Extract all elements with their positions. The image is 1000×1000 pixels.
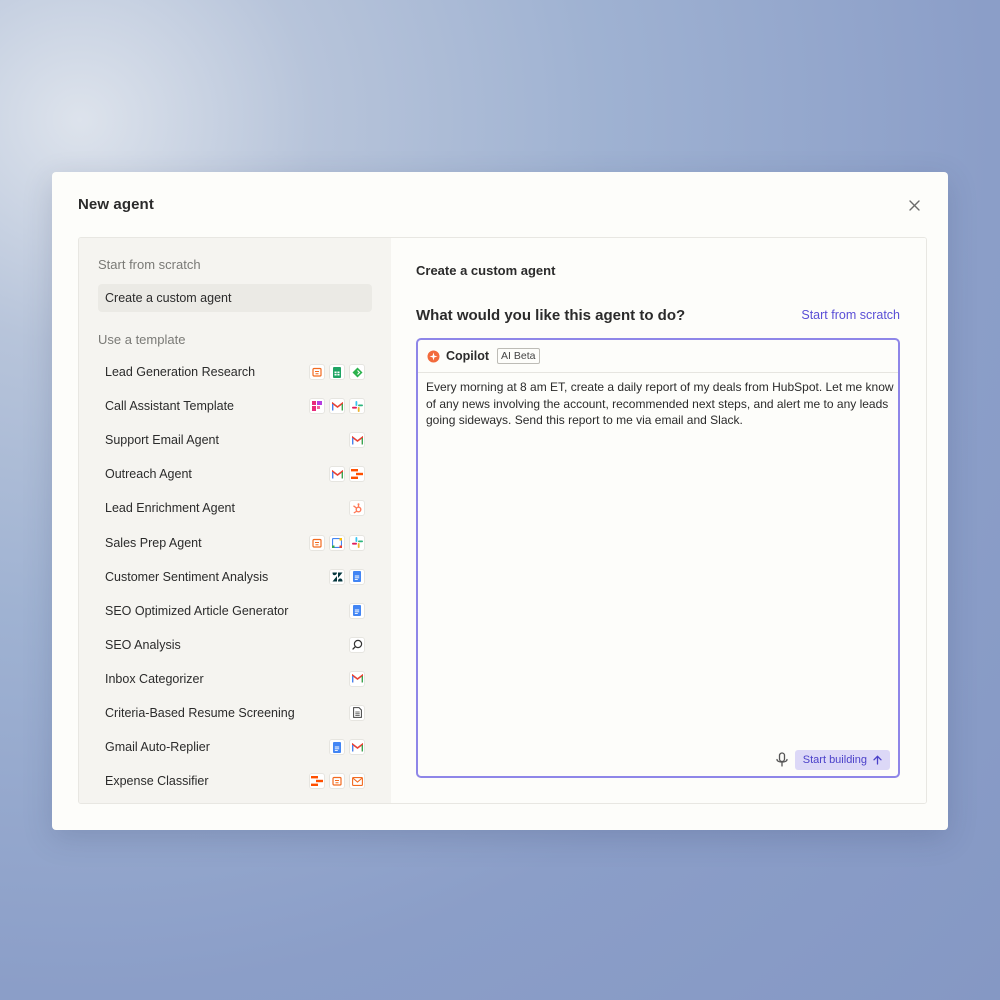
prompt-text[interactable]: Every morning at 8 am ET, create a daily…	[426, 379, 894, 429]
template-item-label: Support Email Agent	[105, 433, 219, 448]
microphone-icon	[776, 752, 788, 767]
template-section-label: Use a template	[98, 332, 186, 347]
template-item-label: Lead Generation Research	[105, 365, 256, 380]
ai-beta-badge: AI Beta	[497, 348, 540, 364]
create-custom-agent-item[interactable]: Create a custom agent	[98, 284, 372, 312]
slack-icon	[349, 398, 365, 415]
template-item[interactable]: Gmail Auto-Replier	[98, 730, 372, 764]
microphone-button[interactable]	[775, 752, 789, 768]
template-app-icons	[349, 602, 365, 619]
composer-header: Copilot AI Beta	[418, 340, 898, 373]
start-from-scratch-link[interactable]: Start from scratch	[801, 308, 900, 322]
docs-icon	[349, 602, 365, 619]
template-item-label: Call Assistant Template	[105, 399, 234, 414]
template-item[interactable]: Customer Sentiment Analysis	[98, 560, 372, 594]
google-calendar-icon	[329, 534, 345, 551]
slack-icon	[349, 534, 365, 551]
template-sidebar: Start from scratch Create a custom agent…	[79, 238, 391, 803]
zapier-tables-icon	[349, 466, 365, 483]
docs-icon	[349, 568, 365, 585]
template-item[interactable]: Call Assistant Template	[98, 389, 372, 423]
close-icon	[908, 199, 920, 211]
template-item[interactable]: Sales Prep Agent	[98, 525, 372, 559]
gmail-icon	[349, 739, 365, 756]
template-item[interactable]: Criteria-Based Resume Screening	[98, 696, 372, 730]
template-app-icons	[309, 398, 365, 415]
template-app-icons	[349, 636, 365, 653]
calendar-icon	[309, 534, 325, 551]
template-item[interactable]: SEO Optimized Article Generator	[98, 594, 372, 628]
template-app-icons	[329, 739, 365, 756]
main-title: Create a custom agent	[416, 263, 556, 278]
agent-panel: Start from scratch Create a custom agent…	[78, 237, 927, 804]
template-item-label: Sales Prep Agent	[105, 535, 202, 550]
template-item-label: Lead Enrichment Agent	[105, 501, 235, 516]
template-item-label: Inbox Categorizer	[105, 671, 204, 686]
zapier-tables-icon	[309, 773, 325, 790]
search-icon	[349, 636, 365, 653]
start-building-label: Start building	[802, 754, 867, 766]
template-item[interactable]: Outreach Agent	[98, 457, 372, 491]
scratch-section-label: Start from scratch	[98, 257, 201, 272]
copilot-label: Copilot	[446, 349, 490, 363]
template-item[interactable]: Expense Classifier	[98, 764, 372, 798]
document-icon	[349, 704, 365, 721]
template-app-icons	[349, 500, 365, 517]
template-item[interactable]: Support Email Agent	[98, 423, 372, 457]
gmail-icon	[329, 466, 345, 483]
gmail-icon	[329, 398, 345, 415]
calendar-icon	[329, 773, 345, 790]
template-item-label: Expense Classifier	[105, 774, 209, 789]
email-icon	[349, 773, 365, 790]
modal-title: New agent	[78, 196, 154, 213]
template-item-label: Customer Sentiment Analysis	[105, 569, 269, 584]
template-app-icons	[349, 432, 365, 449]
template-item-label: Criteria-Based Resume Screening	[105, 705, 295, 720]
fireflies-icon	[309, 398, 325, 415]
template-app-icons	[309, 534, 365, 551]
new-agent-modal: New agent Start from scratch Create a cu…	[52, 172, 948, 830]
template-app-icons	[309, 364, 365, 381]
feedly-icon	[349, 364, 365, 381]
arrow-up-icon	[873, 755, 882, 765]
start-building-button[interactable]: Start building	[794, 750, 890, 770]
zendesk-icon	[329, 568, 345, 585]
template-app-icons	[309, 773, 365, 790]
docs-icon	[329, 739, 345, 756]
main-content: Create a custom agent What would you lik…	[391, 238, 926, 803]
agent-question: What would you like this agent to do?	[416, 307, 686, 324]
template-app-icons	[329, 568, 365, 585]
template-item[interactable]: Inbox Categorizer	[98, 662, 372, 696]
template-app-icons	[349, 704, 365, 721]
sheets-icon	[329, 364, 345, 381]
template-item[interactable]: Lead Enrichment Agent	[98, 491, 372, 525]
template-item-label: SEO Optimized Article Generator	[105, 603, 289, 618]
template-item-label: Gmail Auto-Replier	[105, 740, 210, 755]
template-app-icons	[349, 670, 365, 687]
hubspot-icon	[349, 500, 365, 517]
template-item[interactable]: Lead Generation Research	[98, 355, 372, 389]
template-item-label: Outreach Agent	[105, 467, 192, 482]
template-list: Lead Generation Research Call Assistant T…	[98, 355, 372, 798]
gmail-icon	[349, 432, 365, 449]
close-button[interactable]	[906, 197, 922, 213]
template-item-label: SEO Analysis	[105, 637, 181, 652]
calendar-icon	[309, 364, 325, 381]
template-item[interactable]: SEO Analysis	[98, 628, 372, 662]
gmail-icon	[349, 670, 365, 687]
copilot-composer[interactable]: Copilot AI Beta Every morning at 8 am ET…	[416, 338, 900, 778]
copilot-icon	[427, 350, 440, 362]
template-app-icons	[329, 466, 365, 483]
